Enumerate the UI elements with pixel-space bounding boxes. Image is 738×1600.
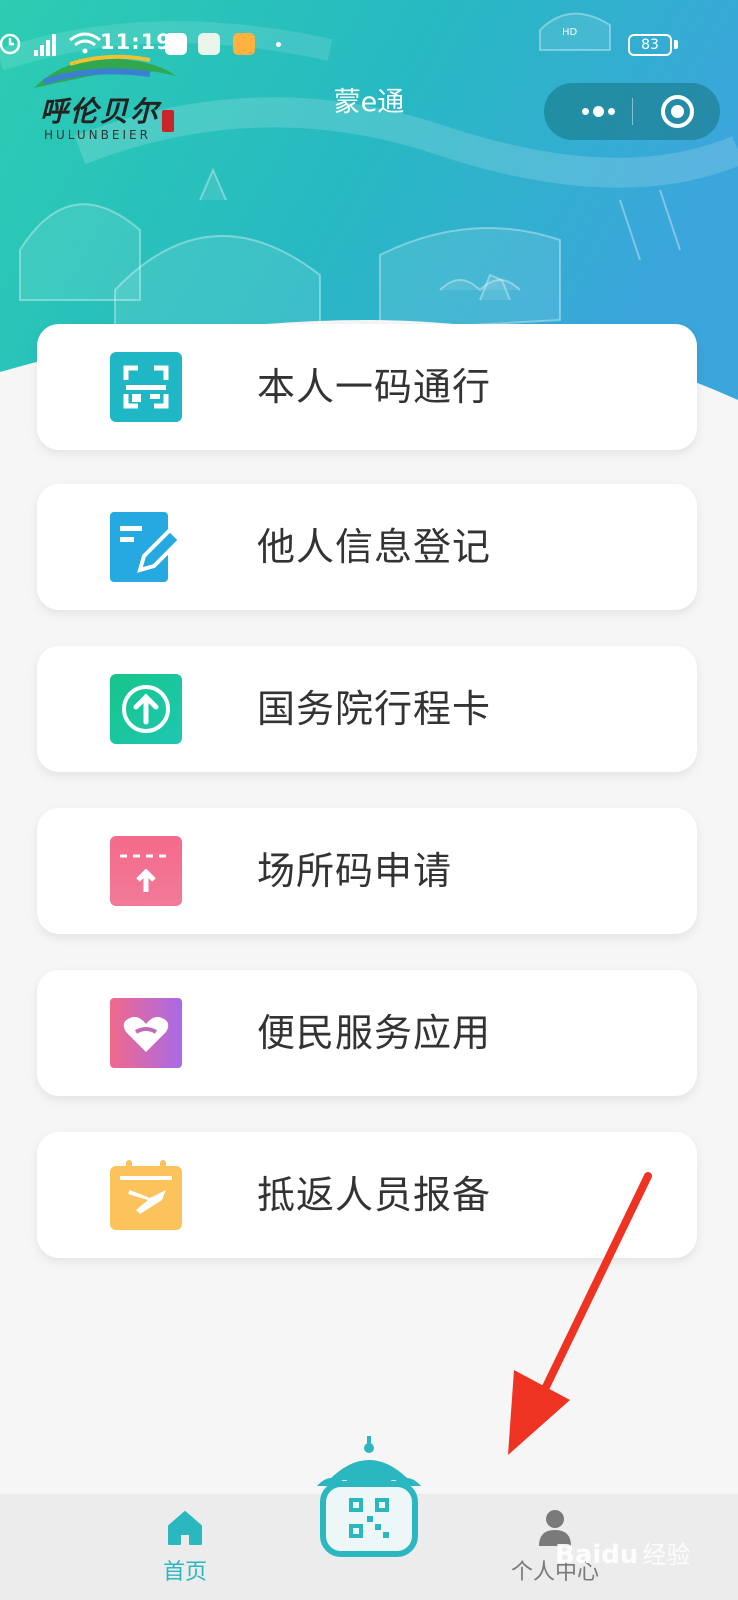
- home-icon: [168, 1511, 202, 1545]
- red-arrow-annotation: [508, 1172, 652, 1455]
- dot-icon: [593, 106, 604, 117]
- edit-form-icon: [110, 512, 182, 582]
- network-type-label: HD: [562, 27, 578, 38]
- scan-code-icon: [110, 352, 182, 422]
- menu-item-label: 场所码申请: [257, 849, 453, 893]
- upload-arrow-icon: [110, 674, 182, 744]
- tab-home[interactable]: 首页: [115, 1494, 255, 1600]
- watermark-brand: Baidu: [555, 1540, 639, 1570]
- qr-code-center-button[interactable]: [309, 1436, 429, 1558]
- dot-icon: [582, 108, 589, 115]
- tab-home-label: 首页: [162, 1560, 207, 1585]
- battery-tip: [674, 40, 678, 49]
- wifi-icon: [69, 32, 101, 54]
- menu-item-convenience-services[interactable]: 便民服务应用: [37, 970, 697, 1096]
- menu-item-label: 国务院行程卡: [257, 687, 492, 731]
- ticket-upload-icon: [110, 836, 182, 906]
- menu-item-venue-code[interactable]: 场所码申请: [37, 808, 697, 934]
- menu-item-label: 他人信息登记: [257, 525, 492, 569]
- close-miniprogram-button[interactable]: [661, 95, 694, 128]
- baidu-watermark: Baidu 经验: [555, 1535, 690, 1570]
- alarm-icon: [0, 33, 21, 55]
- menu-item-label: 便民服务应用: [257, 1011, 492, 1055]
- menu-item-personal-code[interactable]: 本人一码通行: [37, 324, 697, 450]
- dot-icon: [608, 108, 615, 115]
- menu-item-label: 抵返人员报备: [257, 1173, 492, 1217]
- notification-app-icon: [198, 33, 220, 55]
- more-notifications-icon: [276, 42, 281, 47]
- more-options-button[interactable]: [566, 83, 632, 140]
- logo-subtext: HULUNBEIER: [44, 128, 151, 142]
- calendar-plane-icon: [110, 1160, 182, 1230]
- menu-item-register-others[interactable]: 他人信息登记: [37, 484, 697, 610]
- menu-item-label: 本人一码通行: [257, 365, 492, 409]
- watermark-suffix: 经验: [642, 1541, 691, 1569]
- menu-item-itinerary-card[interactable]: 国务院行程卡: [37, 646, 697, 772]
- capsule-divider: [632, 98, 633, 125]
- notification-app-icon: [233, 33, 255, 55]
- heart-hands-icon: [110, 998, 182, 1068]
- miniprogram-capsule: [544, 83, 720, 140]
- battery-indicator: 83: [628, 34, 672, 56]
